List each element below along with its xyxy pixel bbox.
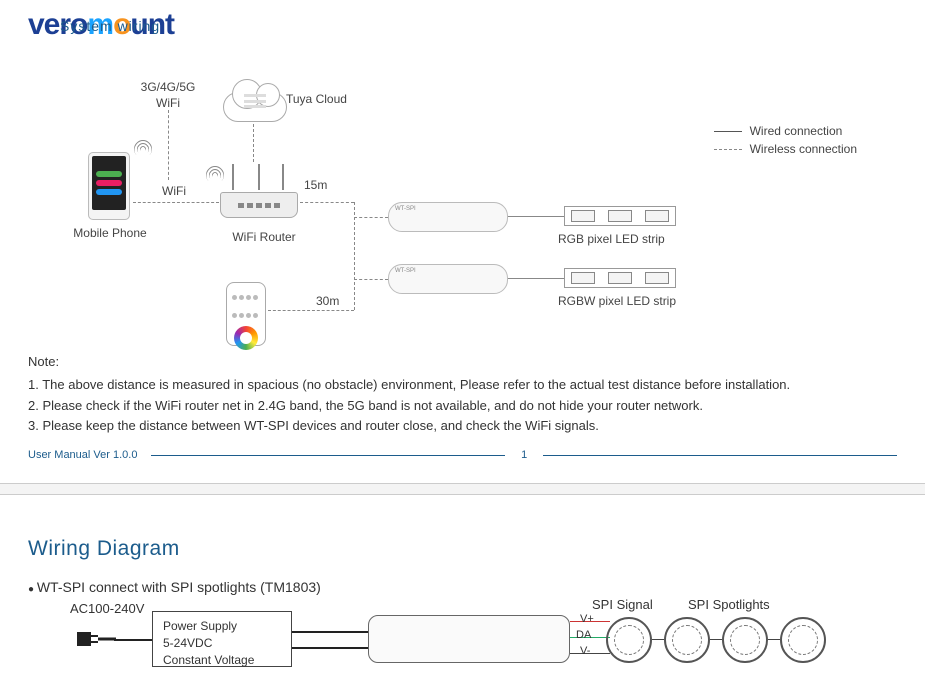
psu-line3: Constant Voltage [163,652,281,669]
legend: Wired connection Wireless connection [714,124,857,160]
note-3: 3. Please keep the distance between WT-S… [28,416,897,437]
wire-line [508,216,564,217]
power-supply-box: Power Supply 5-24VDC Constant Voltage [152,611,292,667]
wire-line [710,639,722,640]
legend-dashed-line [714,149,742,150]
wire-line [292,631,368,633]
rgb-strip-label: RGB pixel LED strip [558,232,688,246]
footer-page: 1 [505,449,543,461]
plug-icon [76,627,116,651]
wifi-3g-label: 3G/4G/5G [123,80,213,94]
controller-2: WT-SPI [388,264,508,294]
note-2: 2. Please check if the WiFi router net i… [28,396,897,417]
wiring-diagram-subtitle: WT-SPI connect with SPI spotlights (TM18… [28,579,897,595]
section-divider [0,483,925,495]
rgbw-strip-label: RGBW pixel LED strip [558,294,698,308]
controller-box [368,615,570,663]
dist30-label: 30m [316,294,339,308]
spi-signal-label: SPI Signal [592,597,653,612]
legend-wired: Wired connection [750,124,843,138]
wire-line [508,278,564,279]
tuya-label: Tuya Cloud [286,92,347,106]
legend-wireless: Wireless connection [750,142,857,156]
cloud-icon [223,80,287,122]
spotlight-icon [606,617,652,663]
notes-title: Note: [28,352,897,373]
wifi-mid-label: WiFi [162,184,186,198]
spi-spotlights-label: SPI Spotlights [688,597,770,612]
wifi-arc-icon [202,162,227,187]
rgb-strip-icon [564,206,676,226]
wire-line [768,639,780,640]
notes-block: Note: 1. The above distance is measured … [28,352,897,437]
vminus-label: V- [580,645,590,657]
spotlight-icon [780,617,826,663]
rgbw-strip-icon [564,268,676,288]
controller-1: WT-SPI [388,202,508,232]
wiring-diagram-title: Wiring Diagram [28,537,897,561]
dash-line [354,202,355,310]
mobile-phone-icon [88,152,130,220]
psu-line2: 5-24VDC [163,635,281,652]
dist15-label: 15m [304,178,327,192]
wifi-arc-icon [130,136,155,161]
spotlight-icon [722,617,768,663]
da-label: DA [576,629,591,641]
footer-version: User Manual Ver 1.0.0 [28,449,137,461]
wifi-top-label: WiFi [123,96,213,110]
psu-line1: Power Supply [163,618,281,635]
note-1: 1. The above distance is measured in spa… [28,375,897,396]
dash-line [168,110,169,180]
remote-icon [226,282,266,346]
router-icon [220,188,298,226]
legend-solid-line [714,131,742,132]
wire-line [292,647,368,649]
dash-line [354,279,388,280]
router-label: WiFi Router [224,230,304,244]
ac-label: AC100-240V [70,601,144,616]
dash-line [354,217,388,218]
dash-line [133,202,219,203]
page-footer: User Manual Ver 1.0.0 1 [28,449,897,461]
wire-line [652,639,664,640]
vplus-label: V+ [580,613,594,625]
section-heading: System wiring [60,18,160,34]
dash-line [268,310,354,311]
wiring-diagram: AC100-240V Power Supply 5-24VDC Constant… [28,607,897,695]
wire-line [114,639,152,641]
system-diagram: 3G/4G/5G WiFi Tuya Cloud Mobile Phone Wi… [28,50,897,350]
dash-line [300,202,354,203]
mobile-label: Mobile Phone [70,226,150,240]
dash-line [253,124,254,162]
spotlight-icon [664,617,710,663]
